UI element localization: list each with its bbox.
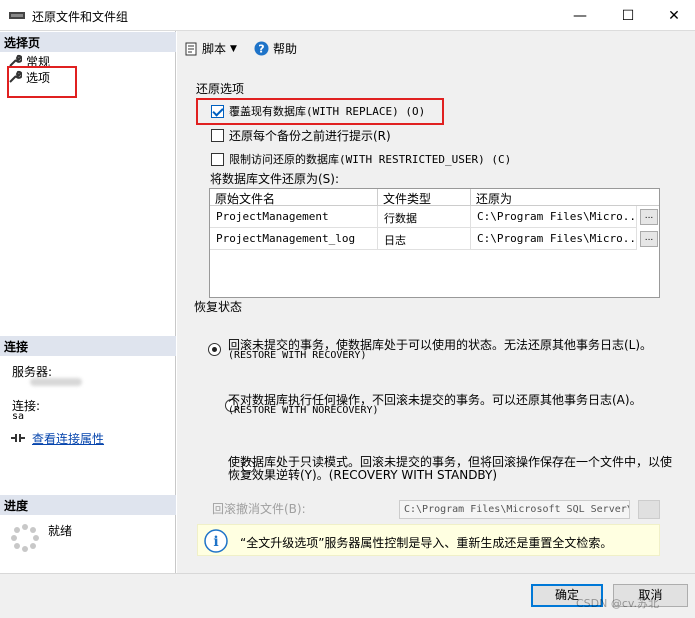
svg-text:?: ? (258, 43, 264, 56)
script-label: 脚本 (202, 42, 227, 56)
standby-file-input[interactable]: C:\Program Files\Microsoft SQL Server\ (399, 500, 630, 519)
highlight-box-options (7, 66, 77, 98)
title-bar: 还原文件和文件组 — ☐ ✕ (0, 0, 695, 31)
grid-cell-original-1[interactable]: ProjectManagement (210, 206, 378, 228)
restrict-label: 限制访问还原的数据库(WITH RESTRICTED_USER) (C) (229, 153, 512, 166)
prompt-each-checkbox[interactable] (211, 129, 224, 142)
script-button[interactable]: 脚本 ▼ (184, 40, 237, 57)
standby-browse-button[interactable] (638, 500, 660, 519)
select-page-header: 选择页 (0, 32, 176, 52)
recovery-state-label: 恢复状态 (194, 300, 243, 314)
connection-user: sa (12, 411, 25, 422)
watermark: CSDN @cv.苏北 (576, 597, 660, 610)
standby-file-label: 回滚撤消文件(B): (212, 502, 306, 516)
grid-header-restore-as[interactable]: 还原为 (471, 189, 659, 206)
progress-header: 进度 (0, 495, 176, 515)
maximize-button[interactable]: ☐ (605, 0, 651, 31)
app-icon (9, 12, 25, 19)
chevron-down-icon: ▼ (230, 43, 237, 54)
minimize-button[interactable]: — (557, 0, 603, 31)
grid-cell-original-2[interactable]: ProjectManagement_log (210, 228, 378, 250)
restore-files-as-label: 将数据库文件还原为(S): (210, 172, 340, 186)
recovery-option-code: (RESTORE WITH RECOVERY) (228, 350, 367, 361)
restore-options-label: 还原选项 (196, 82, 245, 96)
restrict-checkbox-row[interactable]: 限制访问还原的数据库(WITH RESTRICTED_USER) (C) (211, 151, 511, 167)
progress-spinner-icon (11, 524, 39, 552)
norecovery-option-code: (RESTORE WITH NORECOVERY) (228, 405, 379, 416)
grid-cell-type-1[interactable]: 行数据 (378, 206, 471, 228)
svg-text:i: i (213, 534, 218, 550)
window-title: 还原文件和文件组 (32, 10, 129, 24)
info-bar: i “全文升级选项”服务器属性控制是导入、重新生成还是重置全文检索。 (197, 524, 660, 556)
help-button[interactable]: ? 帮助 (254, 40, 297, 57)
help-icon: ? (254, 41, 269, 56)
recovery-radio[interactable] (208, 343, 221, 356)
view-connection-properties-link[interactable]: 查看连接属性 (32, 430, 104, 447)
connection-icon (11, 434, 25, 442)
progress-status: 就绪 (48, 524, 73, 538)
grid-cell-type-2[interactable]: 日志 (378, 228, 471, 250)
grid-header-type[interactable]: 文件类型 (378, 189, 471, 206)
browse-button-1[interactable]: ... (640, 209, 658, 225)
server-name-blurred (30, 378, 82, 386)
prompt-each-label: 还原每个备份之前进行提示(R) (229, 129, 391, 143)
grid-header-original[interactable]: 原始文件名 (210, 189, 378, 206)
restrict-checkbox[interactable] (211, 152, 224, 166)
prompt-each-checkbox-row[interactable]: 还原每个备份之前进行提示(R) (211, 127, 391, 144)
highlight-box-overwrite (196, 98, 444, 125)
close-button[interactable]: ✕ (651, 0, 695, 31)
left-panel: 选择页 常规 选项 连接 服务器: 连接: sa 查看连接属性 进度 就绪 (0, 31, 176, 573)
info-icon: i (204, 529, 228, 553)
script-icon (185, 42, 197, 55)
info-text: “全文升级选项”服务器属性控制是导入、重新生成还是重置全文检索。 (240, 536, 613, 550)
browse-button-2[interactable]: ... (640, 231, 658, 247)
grid-cell-restore-as-2[interactable]: C:\Program Files\Micro... (471, 228, 637, 250)
file-grid: 原始文件名 文件类型 还原为 ProjectManagement 行数据 C:\… (209, 188, 660, 298)
grid-cell-restore-as-1[interactable]: C:\Program Files\Micro... (471, 206, 637, 228)
standby-option-text-2: 恢复效果逆转(Y)。(RECOVERY WITH STANDBY) (228, 468, 498, 482)
help-label: 帮助 (273, 42, 298, 56)
connection-header: 连接 (0, 336, 176, 356)
